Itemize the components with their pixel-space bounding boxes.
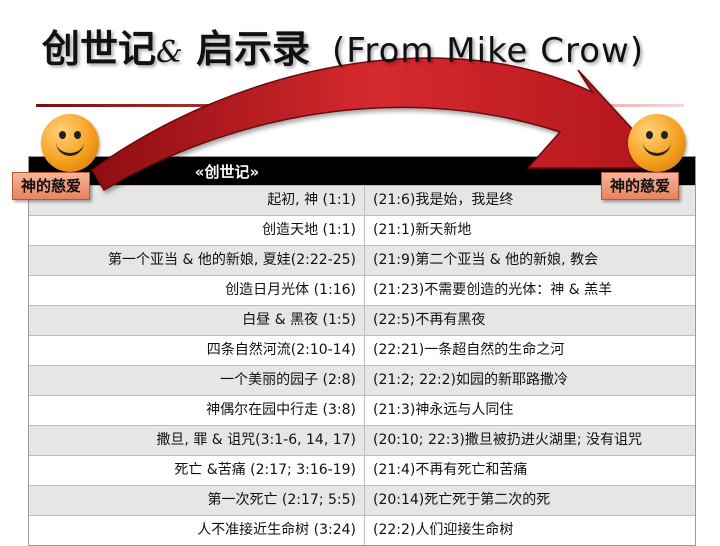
table-row: 四条自然河流(2:10-14) (22:21)一条超自然的生命之河 (29, 335, 695, 365)
genesis-cell: 死亡 &苦痛 (2:17; 3:16-19) (29, 456, 365, 485)
revelation-cell: (22:2)人们迎接生命树 (373, 522, 514, 538)
title-genesis: 创世记 (42, 27, 157, 71)
revelation-cell: (20:14)死亡死于第二次的死 (373, 492, 551, 508)
table-row: 撒旦, 罪 & 诅咒(3:1-6, 14, 17) (20:10; 22:3)撒旦… (29, 425, 695, 455)
revelation-cell: (21:23)不需要创造的光体：神 & 羔羊 (373, 282, 613, 298)
table-row: 第一个亚当 & 他的新娘, 夏娃(2:22-25) (21:9)第二个亚当 & 他… (29, 245, 695, 275)
smiley-face-icon (41, 114, 99, 172)
revelation-cell: (21:2; 22:2)如园的新耶路撒冷 (373, 372, 568, 388)
genesis-cell: 撒旦, 罪 & 诅咒(3:1-6, 14, 17) (29, 426, 365, 455)
table-body: 起初, 神 (1:1) (21:6)我是始，我是终 创造天地 (1:1) (21:1)… (29, 185, 695, 545)
genesis-cell: 人不准接近生命树 (3:24) (29, 516, 365, 545)
genesis-cell: 创造日月光体 (1:16) (29, 276, 365, 305)
table-row: 创造天地 (1:1) (21:1)新天新地 (29, 215, 695, 245)
table-row: 第一次死亡 (2:17; 5:5) (20:14)死亡死于第二次的死 (29, 485, 695, 515)
revelation-cell: (21:1)新天新地 (373, 222, 472, 238)
table-row: 白昼 & 黑夜 (1:5) (22:5)不再有黑夜 (29, 305, 695, 335)
title-divider (36, 104, 684, 107)
genesis-cell: 第一个亚当 & 他的新娘, 夏娃(2:22-25) (29, 246, 365, 275)
table-row: 人不准接近生命树 (3:24) (22:2)人们迎接生命树 (29, 515, 695, 545)
love-badge-right: 神的慈爱 (601, 172, 680, 200)
revelation-cell: (22:5)不再有黑夜 (373, 312, 486, 328)
revelation-cell: (21:4)不再有死亡和苦痛 (373, 462, 528, 478)
genesis-cell: 白昼 & 黑夜 (1:5) (29, 306, 365, 335)
smiley-face-icon (628, 114, 686, 172)
genesis-cell: 一个美丽的园子 (2:8) (29, 366, 365, 395)
table-header: «创世记» (29, 157, 695, 185)
page-title: 创世记& 启示录 (From Mike Crow) (42, 18, 644, 73)
table-row: 死亡 &苦痛 (2:17; 3:16-19) (21:4)不再有死亡和苦痛 (29, 455, 695, 485)
genesis-cell: 四条自然河流(2:10-14) (29, 336, 365, 365)
revelation-cell: (22:21)一条超自然的生命之河 (373, 342, 565, 358)
title-credit: (From Mike Crow) (331, 31, 645, 71)
table-row: 一个美丽的园子 (2:8) (21:2; 22:2)如园的新耶路撒冷 (29, 365, 695, 395)
comparison-table: «创世记» 起初, 神 (1:1) (21:6)我是始，我是终 创造天地 (1:1)… (28, 156, 696, 546)
table-row: 神偶尔在园中行走 (3:8) (21:3)神永远与人同住 (29, 395, 695, 425)
title-revelation: 启示录 (195, 27, 310, 71)
genesis-cell: 第一次死亡 (2:17; 5:5) (29, 486, 365, 515)
revelation-cell: (21:3)神永远与人同住 (373, 402, 514, 418)
table-row: 创造日月光体 (1:16) (21:23)不需要创造的光体：神 & 羔羊 (29, 275, 695, 305)
table-row: 起初, 神 (1:1) (21:6)我是始，我是终 (29, 185, 695, 215)
title-ampersand: & (156, 35, 183, 70)
genesis-cell: 神偶尔在园中行走 (3:8) (29, 396, 365, 425)
genesis-cell: 创造天地 (1:1) (29, 216, 365, 245)
love-badge-left: 神的慈爱 (12, 172, 91, 200)
revelation-cell: (21:9)第二个亚当 & 他的新娘, 教会 (373, 252, 599, 268)
revelation-cell: (20:10; 22:3)撒旦被扔进火湖里; 没有诅咒 (373, 432, 643, 448)
